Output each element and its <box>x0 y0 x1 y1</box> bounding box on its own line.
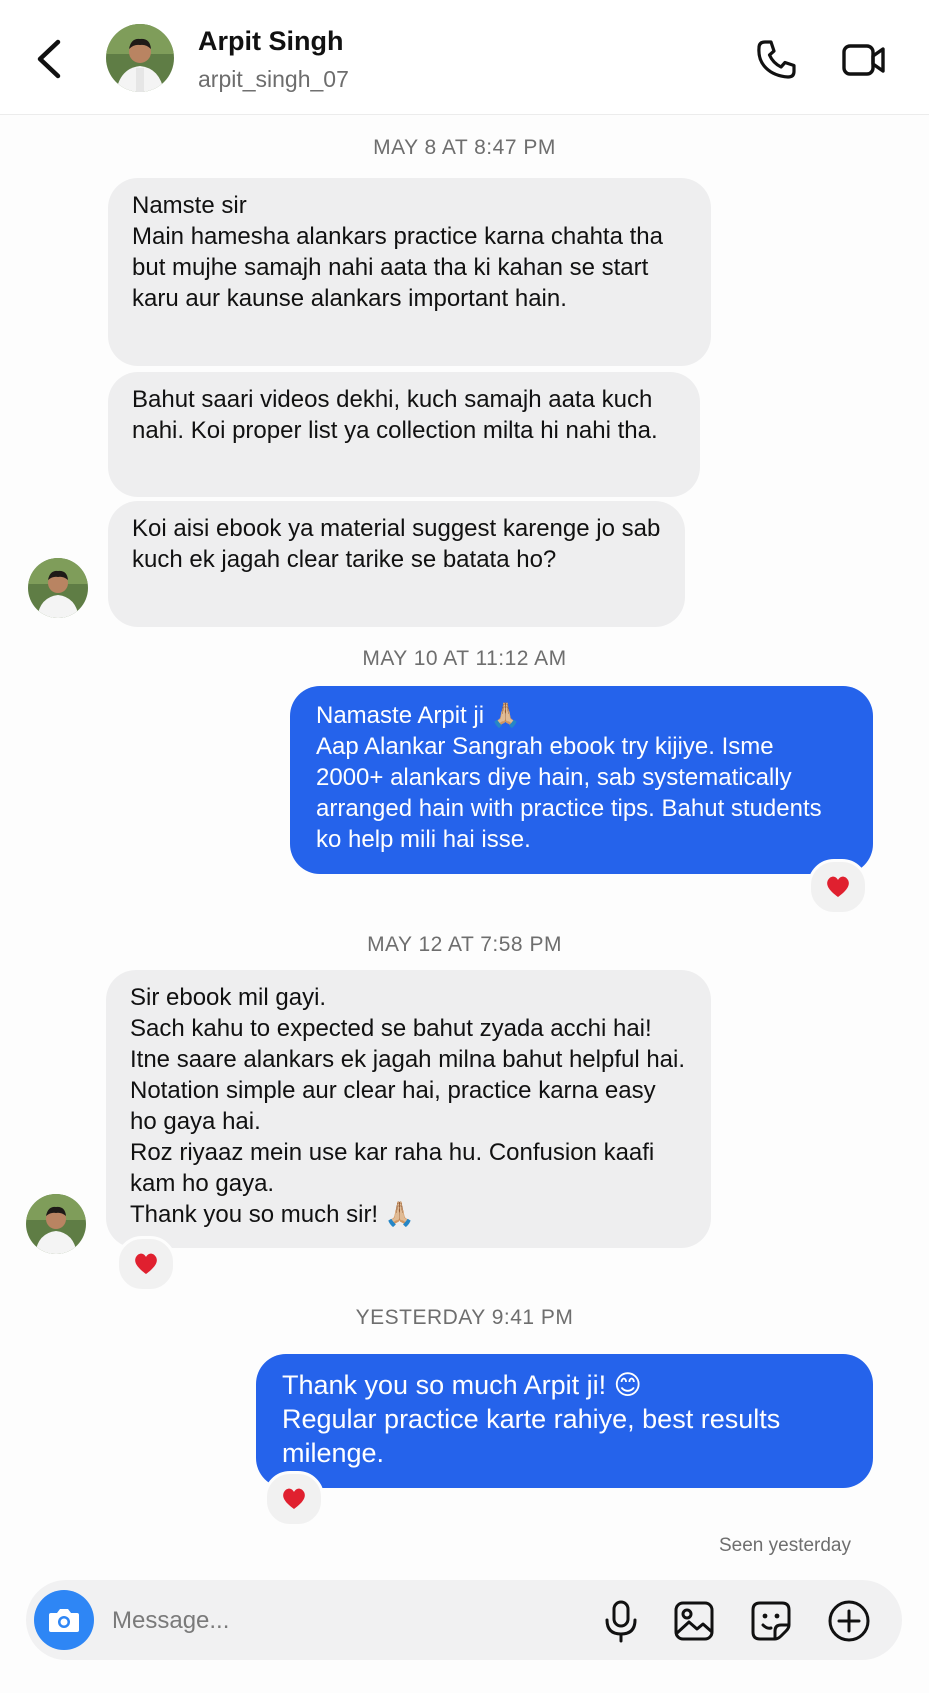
message-timestamp: YESTERDAY 9:41 PM <box>355 1306 574 1329</box>
contact-username: arpit_singh_07 <box>198 66 349 92</box>
back-icon[interactable] <box>30 36 70 82</box>
incoming-message[interactable]: Koi aisi ebook ya material suggest karen… <box>108 501 685 627</box>
outgoing-message[interactable]: Thank you so much Arpit ji! 😊 Regular pr… <box>256 1354 873 1488</box>
heart-reaction[interactable] <box>808 859 868 915</box>
message-timestamp: MAY 12 AT 7:58 PM <box>367 933 562 956</box>
sender-avatar[interactable] <box>26 1194 86 1254</box>
heart-icon <box>827 876 849 897</box>
heart-icon <box>135 1253 157 1274</box>
sender-avatar[interactable] <box>28 558 88 618</box>
chat-header: Arpit Singh arpit_singh_07 <box>0 0 929 115</box>
incoming-message[interactable]: Bahut saari videos dekhi, kuch samajh aa… <box>108 372 700 497</box>
camera-icon <box>49 1609 79 1632</box>
incoming-message[interactable]: Namste sir Main hamesha alankars practic… <box>108 178 711 366</box>
avatar[interactable] <box>106 24 174 92</box>
seen-status: Seen yesterday <box>718 1535 851 1556</box>
add-icon[interactable] <box>826 1598 872 1644</box>
heart-icon <box>283 1488 305 1509</box>
contact-name[interactable]: Arpit Singh <box>198 26 343 57</box>
gallery-icon[interactable] <box>671 1598 717 1644</box>
message-input[interactable] <box>110 1598 514 1644</box>
message-timestamp: MAY 10 AT 11:12 AM <box>362 647 567 670</box>
heart-reaction[interactable] <box>264 1471 324 1527</box>
microphone-icon[interactable] <box>598 1598 644 1644</box>
video-icon[interactable] <box>840 36 888 84</box>
heart-reaction[interactable] <box>116 1236 176 1292</box>
outgoing-message[interactable]: Namaste Arpit ji 🙏🏼 Aap Alankar Sangrah … <box>290 686 873 874</box>
message-composer <box>26 1580 902 1660</box>
incoming-message[interactable]: Sir ebook mil gayi. Sach kahu to expecte… <box>106 970 711 1248</box>
message-timestamp: MAY 8 AT 8:47 PM <box>373 136 556 159</box>
phone-icon[interactable] <box>752 36 800 84</box>
sticker-icon[interactable] <box>748 1598 794 1644</box>
camera-button[interactable] <box>34 1590 94 1650</box>
